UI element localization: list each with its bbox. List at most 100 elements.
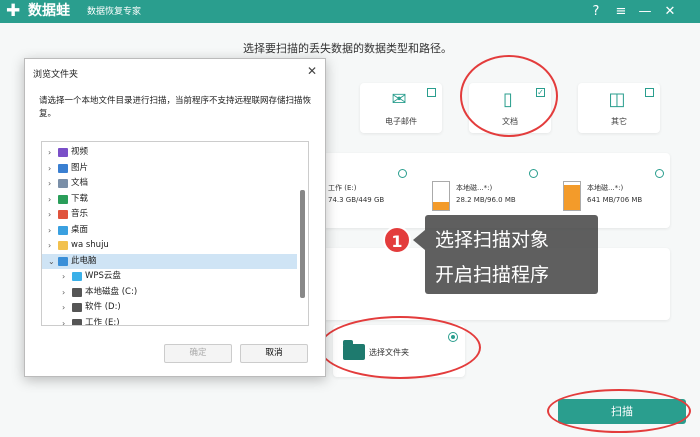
desktop-icon [58, 225, 68, 235]
drive-radio[interactable] [529, 169, 538, 178]
drive-radio[interactable] [655, 169, 664, 178]
file-type-checkbox[interactable] [645, 88, 654, 97]
file-type-checkbox[interactable] [427, 88, 436, 97]
computer-icon [58, 256, 68, 266]
chevron-right-icon[interactable]: › [48, 192, 56, 207]
step-badge: 1 [383, 226, 411, 254]
chevron-right-icon[interactable]: › [48, 207, 56, 222]
drive-e[interactable]: 工作 (E:) 74.3 GB/449 GB [324, 161, 434, 216]
minimize-icon[interactable]: — [636, 2, 654, 21]
file-type-label: 电子邮件 [385, 117, 417, 126]
chevron-right-icon[interactable]: › [62, 285, 70, 300]
mail-icon: ✉ [391, 89, 407, 110]
callout-tooltip: 选择扫描对象 开启扫描程序 [425, 215, 598, 294]
file-type-email[interactable]: ✉ 电子邮件 [360, 83, 442, 133]
drive-size: 28.2 MB/96.0 MB [456, 196, 516, 204]
drive-size: 641 MB/706 MB [587, 196, 643, 204]
callout-line-2: 开启扫描程序 [435, 264, 550, 286]
document-icon: ▯ [503, 89, 513, 110]
tree-item[interactable]: › 图片 [42, 161, 297, 176]
chevron-down-icon[interactable]: ⌄ [48, 254, 56, 269]
file-type-other[interactable]: ◫ 其它 [578, 83, 660, 133]
music-icon [58, 210, 68, 219]
file-type-document[interactable]: ▯ 文档 ✓ [469, 83, 551, 133]
menu-icon[interactable]: ≡ [612, 2, 630, 21]
drive-name: 本地磁...*:) [587, 184, 624, 192]
close-icon[interactable]: ✕ [661, 2, 679, 21]
pictures-icon [58, 163, 68, 173]
chevron-right-icon[interactable]: › [48, 161, 56, 176]
file-type-checkbox[interactable]: ✓ [536, 88, 545, 97]
tree-item[interactable]: ⌄ 此电脑 [42, 253, 297, 269]
tree-item-label: 音乐 [71, 209, 89, 219]
tree-item[interactable]: › 音乐 [42, 207, 297, 222]
tree-item-label: 此电脑 [71, 255, 97, 266]
download-icon [58, 194, 68, 204]
ok-button[interactable]: 确定 [164, 344, 232, 363]
callout-line-1: 选择扫描对象 [435, 229, 550, 251]
video-icon [58, 148, 68, 157]
tree-item[interactable]: › WPS云盘 [42, 269, 297, 284]
tree-item[interactable]: › 软件 (D:) [42, 300, 297, 315]
tree-item-label: 图片 [71, 162, 89, 173]
app-slogan: 数据恢复专家 [87, 7, 142, 17]
file-type-label: 其它 [611, 117, 627, 126]
chevron-right-icon[interactable]: › [62, 300, 70, 315]
folder-icon [343, 340, 365, 360]
chevron-right-icon[interactable]: › [62, 269, 70, 284]
chevron-right-icon[interactable]: › [48, 145, 56, 160]
drive-size: 74.3 GB/449 GB [328, 196, 385, 204]
scan-button[interactable]: 扫描 [558, 399, 686, 424]
select-folder-label: 选择文件夹 [369, 348, 409, 357]
cloud-icon [72, 272, 82, 281]
page-instruction: 选择要扫描的丢失数据的数据类型和路径。 [243, 42, 452, 55]
tree-item[interactable]: › 下载 [42, 192, 297, 207]
chevron-right-icon[interactable]: › [48, 238, 56, 253]
tree-scrollbar[interactable] [300, 150, 305, 320]
title-bar: ✚ 数据蛙 数据恢复专家 ? ≡ — ✕ [0, 0, 700, 23]
select-folder-option[interactable]: 选择文件夹 [333, 325, 465, 377]
file-type-label: 文档 [502, 117, 518, 126]
dialog-title: 浏览文件夹 [33, 70, 79, 80]
documents-icon [58, 179, 68, 188]
drive-local-2[interactable]: 本地磁...*:) 641 MB/706 MB [563, 161, 673, 216]
tree-item[interactable]: › wa shuju [42, 238, 297, 253]
tree-item[interactable]: › 桌面 [42, 223, 297, 238]
folder-tree[interactable]: › 视频 › 图片 › 文档 › 下载 › 音乐 › 桌面 › wa shuju ⌄ 此电脑 › WPS云盘 › 本地… [41, 141, 309, 326]
tree-item-label: 工作 (E:) [85, 317, 120, 326]
tree-item[interactable]: › 视频 [42, 145, 297, 160]
other-icon: ◫ [608, 89, 626, 110]
cancel-button[interactable]: 取消 [240, 344, 308, 363]
tree-item-label: 视频 [71, 147, 89, 157]
chevron-right-icon[interactable]: › [62, 316, 70, 326]
help-icon[interactable]: ? [587, 2, 605, 21]
app-brand: 数据蛙 [28, 3, 70, 19]
tree-item[interactable]: › 工作 (E:) [42, 316, 297, 326]
drive-icon [72, 318, 82, 325]
drive-usage-bar [432, 181, 450, 211]
select-folder-radio[interactable] [448, 332, 458, 342]
tree-item[interactable]: › 本地磁盘 (C:) [42, 285, 297, 300]
folder-icon [58, 241, 68, 250]
browse-folder-dialog: 浏览文件夹 ✕ 请选择一个本地文件目录进行扫描，当前程序不支持远程联网存储扫描恢… [24, 58, 326, 377]
tree-item-label: 软件 (D:) [85, 302, 121, 312]
drive-radio[interactable] [398, 169, 407, 178]
drive-icon [72, 303, 82, 312]
dialog-description: 请选择一个本地文件目录进行扫描，当前程序不支持远程联网存储扫描恢复。 [39, 96, 312, 119]
chevron-right-icon[interactable]: › [48, 223, 56, 238]
tree-item[interactable]: › 文档 [42, 176, 297, 191]
drive-usage-bar [563, 181, 581, 211]
tree-scroll-thumb[interactable] [300, 190, 305, 298]
tree-item-label: 桌面 [71, 224, 89, 235]
drive-name: 本地磁...*:) [456, 184, 493, 192]
drive-icon [72, 287, 82, 297]
drive-usage-fill [433, 201, 449, 210]
drive-name: 工作 (E:) [328, 184, 357, 192]
dialog-close-icon[interactable]: ✕ [307, 64, 317, 78]
chevron-right-icon[interactable]: › [48, 176, 56, 191]
drive-usage-fill [564, 184, 580, 210]
tree-item-label: wa shuju [71, 240, 109, 250]
tree-item-label: WPS云盘 [85, 271, 121, 281]
tree-item-label: 下载 [71, 193, 89, 204]
drive-local-1[interactable]: 本地磁...*:) 28.2 MB/96.0 MB [432, 161, 542, 216]
